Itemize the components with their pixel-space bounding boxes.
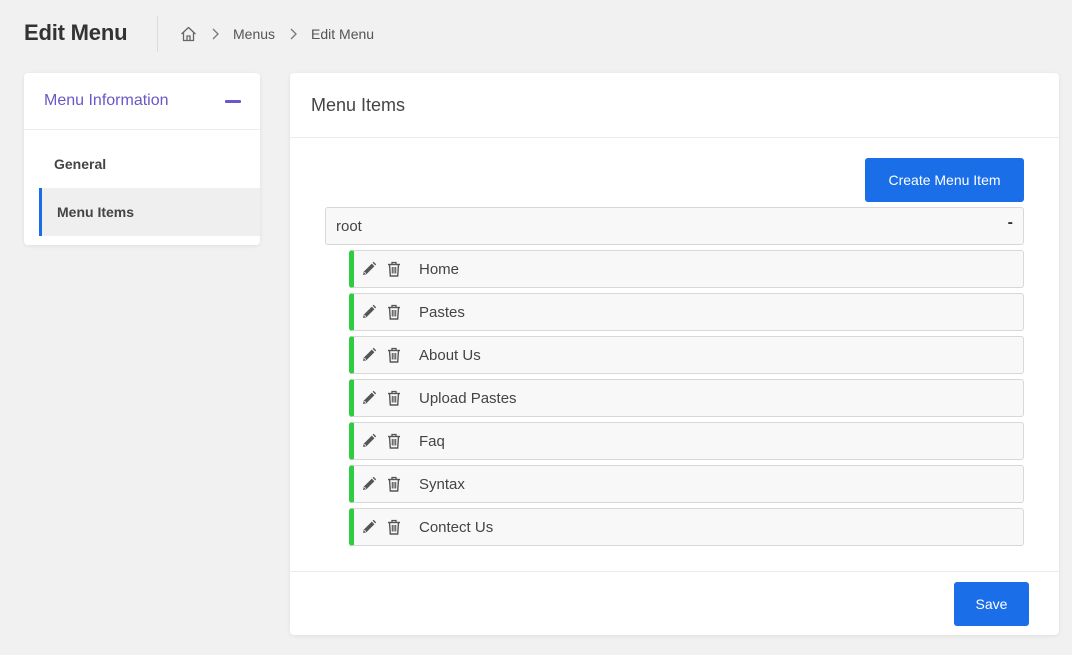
menu-information-title: Menu Information (44, 92, 169, 109)
menu-items-title: Menu Items (290, 73, 1059, 138)
menu-item-label: Pastes (419, 303, 465, 321)
menu-item-label: Syntax (419, 475, 465, 493)
menu-item-label: About Us (419, 346, 481, 364)
menu-item-label: Upload Pastes (419, 389, 517, 407)
sidebar-item-general[interactable]: General (24, 140, 260, 188)
page-title: Edit Menu (24, 20, 128, 45)
trash-icon[interactable] (386, 347, 402, 363)
pencil-icon[interactable] (361, 304, 377, 320)
trash-icon[interactable] (386, 390, 402, 406)
breadcrumb: Menus Edit Menu (180, 24, 374, 44)
root-collapse-toggle[interactable]: - (1008, 214, 1013, 238)
menu-item[interactable]: Home (349, 250, 1024, 288)
create-menu-item-button[interactable]: Create Menu Item (865, 158, 1024, 202)
menu-item[interactable]: About Us (349, 336, 1024, 374)
menu-item-label: Contect Us (419, 518, 494, 536)
menu-item[interactable]: Syntax (349, 465, 1024, 503)
chevron-right-icon (290, 28, 297, 40)
breadcrumb-menus[interactable]: Menus (233, 26, 275, 42)
save-button[interactable]: Save (954, 582, 1029, 626)
home-icon[interactable] (180, 26, 197, 42)
chevron-right-icon (212, 28, 219, 40)
pencil-icon[interactable] (361, 261, 377, 277)
menu-item-label: Home (419, 260, 460, 278)
trash-icon[interactable] (386, 304, 402, 320)
menu-item[interactable]: Faq (349, 422, 1024, 460)
menu-information-header: Menu Information (24, 73, 260, 130)
menu-item-list: Home Pastes About Us Upload Pastes Faq S… (349, 250, 1024, 551)
footer-divider (290, 571, 1059, 572)
menu-item[interactable]: Pastes (349, 293, 1024, 331)
trash-icon[interactable] (386, 261, 402, 277)
menu-items-card: Menu Items Create Menu Item root - Home (290, 73, 1059, 635)
trash-icon[interactable] (386, 433, 402, 449)
pencil-icon[interactable] (361, 476, 377, 492)
breadcrumb-home[interactable] (180, 26, 197, 42)
pencil-icon[interactable] (361, 433, 377, 449)
sidebar-item-label: Menu Items (57, 204, 135, 220)
breadcrumb-edit-menu: Edit Menu (311, 26, 375, 42)
root-node[interactable]: root - (325, 207, 1024, 245)
sidebar-item-menu-items[interactable]: Menu Items (39, 188, 260, 236)
trash-icon[interactable] (386, 476, 402, 492)
trash-icon[interactable] (386, 519, 402, 535)
pencil-icon[interactable] (361, 390, 377, 406)
title-divider (157, 16, 158, 52)
menu-information-card: Menu Information General Menu Items (24, 73, 260, 245)
pencil-icon[interactable] (361, 347, 377, 363)
menu-item[interactable]: Contect Us (349, 508, 1024, 546)
pencil-icon[interactable] (361, 519, 377, 535)
root-label: root (336, 217, 362, 235)
minus-icon[interactable] (225, 93, 241, 109)
sidebar-item-label: General (54, 156, 107, 172)
menu-item[interactable]: Upload Pastes (349, 379, 1024, 417)
menu-item-label: Faq (419, 432, 445, 450)
